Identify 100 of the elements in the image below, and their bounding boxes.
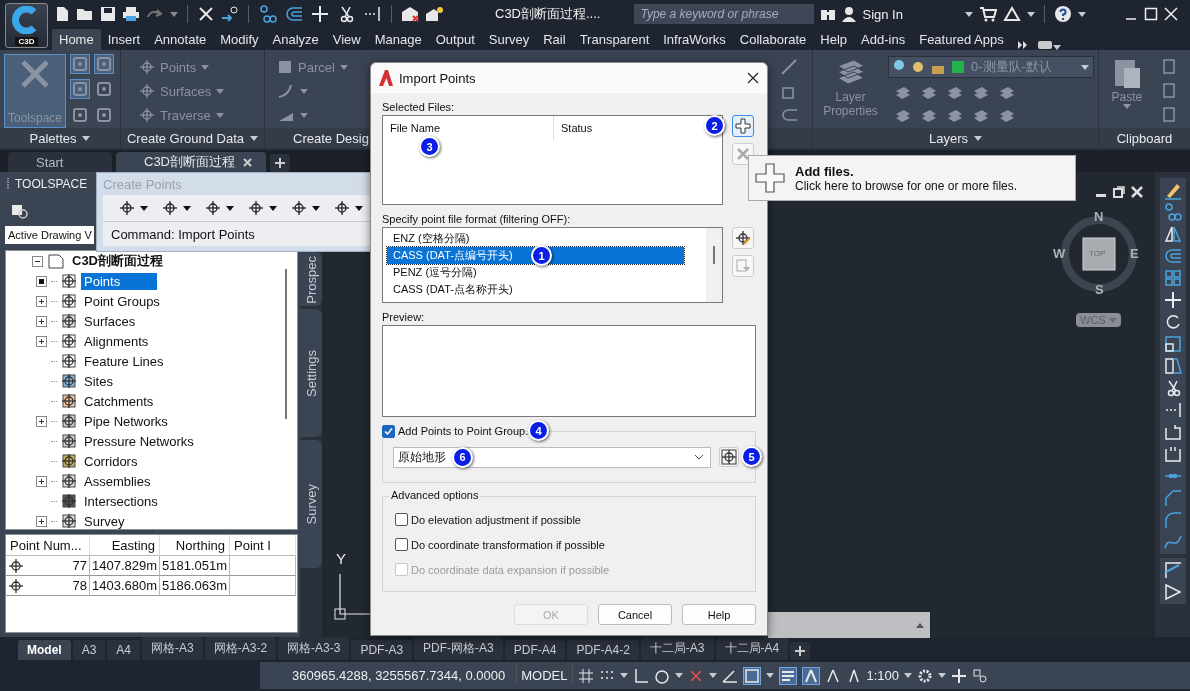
move-icon[interactable] xyxy=(1162,290,1183,310)
tree-item[interactable]: Feature Lines xyxy=(81,352,167,370)
expand-icon[interactable] xyxy=(36,475,47,487)
new-tab-button[interactable] xyxy=(270,154,290,172)
ribbon-tab[interactable]: Transparent xyxy=(572,29,657,50)
side-tab[interactable]: Prospec xyxy=(300,252,322,306)
ortho-icon[interactable] xyxy=(632,667,649,684)
circles-icon[interactable] xyxy=(258,4,278,24)
layout-tab[interactable]: PDF-A4-2 xyxy=(567,640,639,660)
collapse-icon[interactable] xyxy=(32,255,43,267)
pencil-icon[interactable] xyxy=(780,58,798,76)
search-field[interactable]: Type a keyword or phrase xyxy=(634,4,815,24)
arcs-icon[interactable] xyxy=(1162,246,1183,266)
ribbon-tab[interactable]: Manage xyxy=(367,29,429,50)
ribbon-tab[interactable]: Analyze xyxy=(265,29,326,50)
angle-icon[interactable] xyxy=(1162,560,1183,580)
expand-icon[interactable] xyxy=(36,295,47,307)
ribbon-tab[interactable]: InfraWorks xyxy=(656,29,733,50)
expand-icon[interactable] xyxy=(36,335,47,347)
layout-tab[interactable]: 网格-A3-2 xyxy=(204,637,277,660)
document-tab[interactable]: C3D剖断面过程 xyxy=(116,152,266,172)
checkbox[interactable] xyxy=(395,513,408,526)
tree-item[interactable]: Point Groups xyxy=(81,292,163,310)
zoom-to-icon[interactable] xyxy=(11,202,29,220)
tree-item[interactable]: C3D剖断面过程 xyxy=(69,251,166,271)
compass-label[interactable]: N xyxy=(1094,209,1104,224)
document-tab[interactable]: Start xyxy=(8,152,112,172)
side-tab[interactable]: Survey xyxy=(300,440,322,568)
view-dropdown[interactable]: Active Drawing V xyxy=(5,226,94,244)
add-files-button[interactable] xyxy=(732,115,754,137)
layout-tab[interactable]: PDF-A4 xyxy=(504,640,566,660)
panel-toggle-icon[interactable] xyxy=(1036,40,1053,50)
column-header[interactable]: Easting xyxy=(90,535,160,556)
close-icon[interactable] xyxy=(747,72,759,84)
ribbon-tab[interactable]: Collaborate xyxy=(732,29,814,50)
arcs-icon[interactable] xyxy=(284,4,304,24)
grid-icon[interactable] xyxy=(577,667,594,684)
list-item[interactable]: ENZ (空格分隔) xyxy=(387,230,684,247)
double-arrow-icon[interactable] xyxy=(1016,40,1029,50)
checkbox[interactable] xyxy=(395,538,408,551)
chamfer-icon[interactable] xyxy=(1162,488,1183,508)
column-header[interactable]: Northing xyxy=(160,535,230,556)
side-tab[interactable]: Settings xyxy=(300,309,322,437)
layout-tab[interactable]: Model xyxy=(18,640,71,660)
layout-tab[interactable]: A4 xyxy=(107,640,141,660)
panel-title[interactable]: Create Ground Data xyxy=(121,128,264,148)
layout-tab[interactable]: 网格-A3-3 xyxy=(278,637,350,660)
tree-item[interactable]: Sites xyxy=(81,372,116,390)
ribbon-tab[interactable]: View xyxy=(325,29,368,50)
tree-item[interactable]: Pipe Networks xyxy=(81,412,171,430)
tree-item[interactable]: Surfaces xyxy=(81,312,139,330)
triangle-nodes-icon[interactable] xyxy=(1002,6,1021,22)
expand-icon[interactable] xyxy=(36,315,47,327)
new-file-icon[interactable] xyxy=(54,6,70,22)
polar-icon[interactable] xyxy=(653,667,670,684)
triangles-icon[interactable] xyxy=(1162,224,1183,244)
expand-icon[interactable] xyxy=(36,515,47,527)
arcs-icon[interactable] xyxy=(780,106,798,124)
cart-icon[interactable] xyxy=(978,6,997,22)
ribbon-tab[interactable]: Modify xyxy=(213,29,266,50)
new-layout-button[interactable] xyxy=(790,642,811,660)
plus-icon[interactable] xyxy=(951,667,968,684)
ribbon-tab[interactable]: Annotate xyxy=(147,29,214,50)
printer-icon[interactable] xyxy=(122,6,140,22)
angle-icon[interactable] xyxy=(721,667,738,684)
folder-icon[interactable] xyxy=(76,6,94,22)
scale-icon[interactable] xyxy=(1162,334,1183,354)
layout-tab[interactable]: 十二局-A4 xyxy=(715,637,789,660)
panel-title[interactable]: Clipboard xyxy=(1099,128,1190,148)
column-header[interactable]: Point Num... xyxy=(6,535,90,556)
ribbon-tab[interactable]: Survey xyxy=(481,29,537,50)
tree-item[interactable]: Catchments xyxy=(81,392,157,410)
scale-dropdown[interactable]: 1:100 xyxy=(866,668,900,683)
expand-icon[interactable] xyxy=(36,415,47,427)
tree-item[interactable]: Pressure Networks xyxy=(81,432,197,450)
move-icon[interactable] xyxy=(310,4,330,24)
tree-item[interactable]: Assemblies xyxy=(81,472,154,490)
panel-title[interactable]: Palettes xyxy=(0,128,120,148)
layout-tab[interactable]: A3 xyxy=(72,640,106,660)
restore-icon[interactable] xyxy=(1113,186,1125,198)
tree-item[interactable]: Survey xyxy=(81,512,128,529)
list-item[interactable]: PENZ (逗号分隔) xyxy=(387,264,684,281)
checkbox-label[interactable]: Add Points to Point Group. xyxy=(398,425,529,437)
fillet-icon[interactable] xyxy=(1162,510,1183,530)
point-group-button[interactable] xyxy=(719,447,739,467)
layout-tab[interactable]: 十二局-A3 xyxy=(640,637,714,660)
compass-label[interactable]: S xyxy=(1095,282,1104,297)
grip-icon[interactable] xyxy=(7,178,10,190)
compass-label[interactable]: W xyxy=(1053,246,1066,261)
ribbon-tab[interactable]: Help xyxy=(813,29,855,50)
house-star-icon[interactable] xyxy=(425,6,443,22)
layout-tab[interactable]: PDF-A3 xyxy=(351,640,413,660)
dialog-button[interactable]: Help xyxy=(682,604,756,625)
ribbon-tab[interactable]: Add-ins xyxy=(854,29,913,50)
checkbox-label[interactable]: Do coordinate transformation if possible xyxy=(411,538,605,551)
tree-item[interactable]: Corridors xyxy=(81,452,141,470)
column-header[interactable]: File Name xyxy=(390,122,441,134)
column-header[interactable]: Point I xyxy=(230,535,296,556)
ribbon-tab[interactable]: Rail xyxy=(536,29,573,50)
maximize-icon[interactable] xyxy=(1144,7,1158,21)
